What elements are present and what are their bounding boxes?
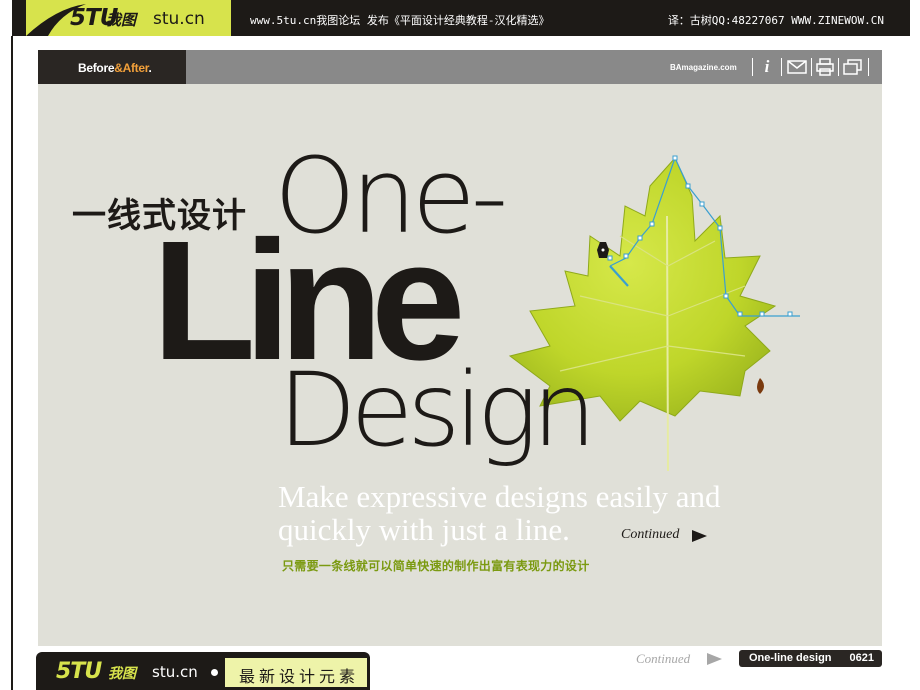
magazine-page: Before&After. BAmagazine.com i 一线式设计 One… (38, 50, 882, 646)
bottom-logo-url: stu.cn (152, 663, 198, 681)
bottom-logo-mark[interactable]: 5TU (56, 659, 102, 684)
tag-label: 最新设计元素 (239, 667, 360, 686)
credit-text: 译：古树QQ:48227067 WWW.ZINEWOW.CN (667, 14, 884, 27)
arrow-right-icon[interactable] (692, 530, 707, 542)
window-icon[interactable] (842, 58, 864, 76)
footer-continued-link[interactable]: Continued (636, 651, 690, 667)
logo-cn: 我图 (106, 11, 137, 29)
bottom-logo-cn: 我图 (108, 666, 136, 682)
brand-amp: & (114, 61, 123, 75)
subtitle-chinese: 只需要一条线就可以简单快速的制作出富有表现力的设计 (282, 559, 590, 573)
toolbar-divider (838, 58, 839, 76)
brand-logo[interactable]: Before&After. (78, 61, 152, 75)
page-number: 0621 (849, 652, 874, 664)
latest-elements-tag[interactable]: 最新设计元素 (224, 657, 368, 688)
article-pill: One-line design 0621 (739, 650, 882, 667)
mail-icon[interactable] (786, 58, 808, 76)
brand-dot: . (148, 61, 152, 75)
top-banner: 5TU 我图 stu.cn www.5tu.cn我图论坛 发布《平面设计经典教程… (12, 0, 910, 36)
brand-block: Before&After. (38, 50, 186, 84)
print-icon[interactable] (814, 58, 836, 76)
left-border (11, 36, 13, 690)
logo-url: stu.cn (153, 9, 205, 29)
continued-link[interactable]: Continued (621, 527, 679, 543)
toolbar-divider (752, 58, 753, 76)
publish-text: www.5tu.cn我图论坛 发布《平面设计经典教程-汉化精选》 (250, 14, 550, 27)
toolbar-divider (868, 58, 869, 76)
article-title: One-line design (749, 652, 832, 664)
magazine-header: Before&After. BAmagazine.com i (38, 50, 882, 84)
footer-arrow-right-icon[interactable] (707, 653, 722, 665)
brand-before: Before (78, 61, 115, 75)
brand-after: After (122, 61, 149, 75)
title-design: Design (278, 351, 597, 470)
toolbar-divider (781, 58, 782, 76)
bullet-icon (211, 669, 218, 676)
subtitle-english: Make expressive designs easily and quick… (278, 479, 721, 547)
top-logo[interactable]: 5TU 我图 stu.cn (26, 0, 231, 36)
site-link[interactable]: BAmagazine.com (670, 63, 737, 72)
info-icon[interactable]: i (756, 58, 778, 76)
bottom-banner: 5TU 我图 stu.cn 最新设计元素 (36, 652, 370, 690)
toolbar-divider (811, 58, 812, 76)
